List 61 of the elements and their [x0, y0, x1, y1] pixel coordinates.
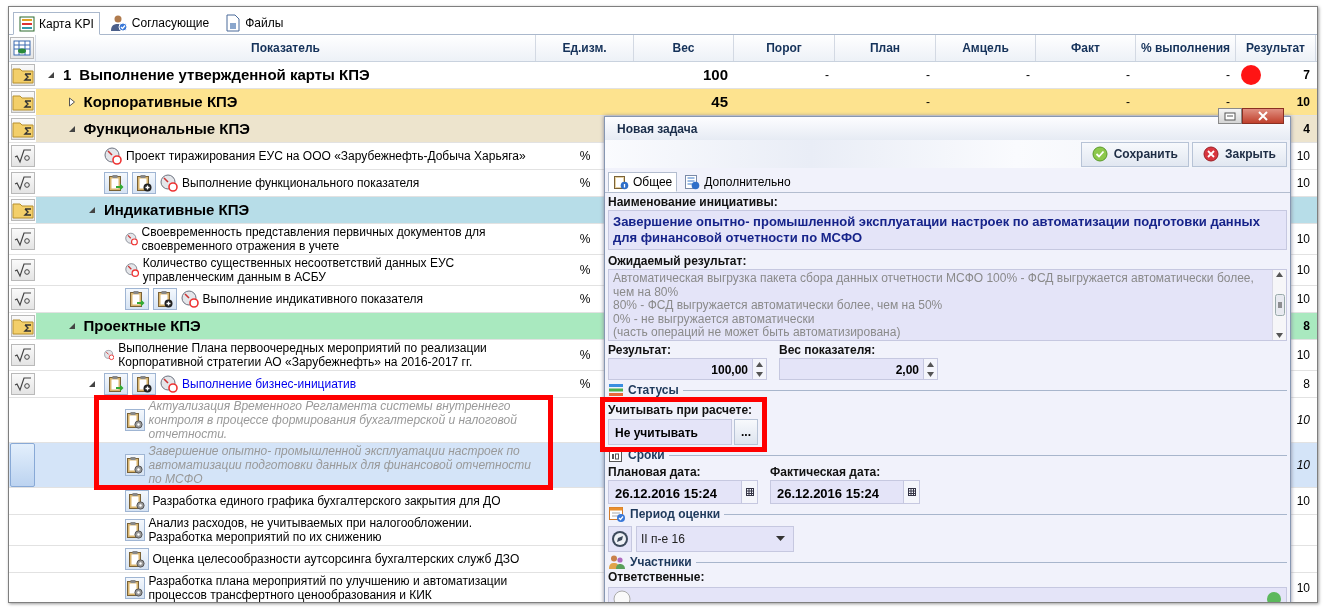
text-line: Автоматическая выгрузка пакета сбора данных отчетности МСФО 100% - ФСД выгружается автоматически более, чем на 80%	[613, 272, 1255, 299]
text-line: 80% - ФСД выгружается автоматически более, чем на 50%	[613, 299, 944, 313]
table-cell-text: -	[1126, 67, 1130, 84]
indicator-name: Выполнение индикативного показателя	[202, 292, 423, 306]
task-name: Завершение опытно- промышленной эксплуатации настроек по автоматизации подготовки данных для финансовой отчетности по МСФО	[148, 444, 533, 486]
indicator-name: Выполнение Плана первоочередных мероприятий по реализации Корпоративной стратегии АО «Зарубежнефть» на 2016-2017 гг.	[118, 341, 488, 369]
text-line: (часть операций не может быть автоматизирована)	[613, 326, 902, 340]
table-cell-text: %	[579, 175, 591, 192]
table-cell-text: 10	[1296, 412, 1310, 429]
section-title: Период оценки	[630, 506, 721, 523]
section-title: Участники	[630, 554, 692, 571]
table-cell-text: -	[926, 94, 930, 111]
table-cell-text: 7	[1303, 67, 1310, 84]
table-cell-text: 10	[1296, 493, 1310, 510]
indicator-name: Выполнение функционального показателя	[182, 176, 420, 190]
table-cell-text: -	[825, 67, 829, 84]
table-cell-text: %	[579, 376, 591, 393]
table-cell-text: 10	[1296, 457, 1310, 474]
table-cell-text: %	[579, 347, 591, 364]
table-cell-text: %	[579, 262, 591, 279]
field-label: Фактическая дата:	[770, 465, 882, 480]
table-cell-text: 10	[1296, 148, 1310, 165]
field-label: Наименование инициативы:	[608, 195, 779, 210]
field-label: Вес показателя:	[779, 343, 877, 358]
table-cell-text: 10	[1296, 262, 1310, 279]
section-title: Статусы	[628, 382, 679, 399]
table-cell-text: 100	[702, 64, 728, 85]
table-cell-text: 10	[1296, 347, 1310, 364]
field-label: Плановая дата:	[608, 465, 702, 480]
row-number: 1	[63, 64, 72, 85]
table-cell-text: %	[579, 148, 591, 165]
window-title: Новая задача	[617, 120, 698, 138]
field-label: Ответственные:	[608, 570, 706, 585]
task-name: Разработка плана мероприятий по улучшению и автоматизации процессов трансфертного ценообразования и КИК	[148, 574, 509, 602]
table-cell-text: 10	[1296, 94, 1310, 111]
table-cell-text: %	[579, 291, 591, 308]
table-cell-text: -	[1226, 94, 1230, 111]
table-cell-text: -	[1226, 67, 1230, 84]
field-label: Учитывать при расчете:	[608, 403, 754, 418]
task-name: Анализ расходов, не учитываемых при налогообложении. Разработка мероприятий по их снижению	[148, 516, 474, 544]
table-cell-text: 10	[1296, 231, 1310, 248]
table-cell-text: -	[1026, 67, 1030, 84]
indicator-name: Своевременность представления первичных документов для своевременного отражения в учете	[141, 225, 487, 253]
table-cell-text: 4	[1303, 121, 1310, 138]
task-name: Актуализация Временного Регламента системы внутреннего контроля в процессе формирования бухгалтерской и налоговой отчетности.	[148, 399, 518, 441]
table-cell-text: %	[579, 231, 591, 248]
indicator-name: Количество существенных несоответствий данных ЕУС управленческим данным в АСБУ	[142, 256, 456, 284]
table-cell-text: -	[1126, 94, 1130, 111]
table-cell-text: 10	[1296, 580, 1310, 597]
field-label: Ожидаемый результат:	[608, 254, 748, 269]
table-cell-text: -	[926, 67, 930, 84]
table-cell-text: 8	[1303, 376, 1310, 393]
table-cell-text: 45	[711, 91, 728, 112]
table-cell-text: 10	[1296, 175, 1310, 192]
table-cell-text: 10	[1296, 291, 1310, 308]
table-cell-text: 8	[1303, 318, 1310, 335]
field-label: Результат:	[608, 343, 672, 358]
text-line: 0% - не выгружается автоматически	[613, 312, 816, 326]
indicator-name: Проект тиражирования ЕУС на ООО «Зарубежнефть-Добыча Харьяга»	[126, 149, 526, 163]
task-name: Оценка целесообразности аутсорсинга бухгалтерских служб ДЗО	[152, 552, 520, 566]
task-name: Разработка единого графика бухгалтерского закрытия для ДО	[152, 494, 501, 508]
